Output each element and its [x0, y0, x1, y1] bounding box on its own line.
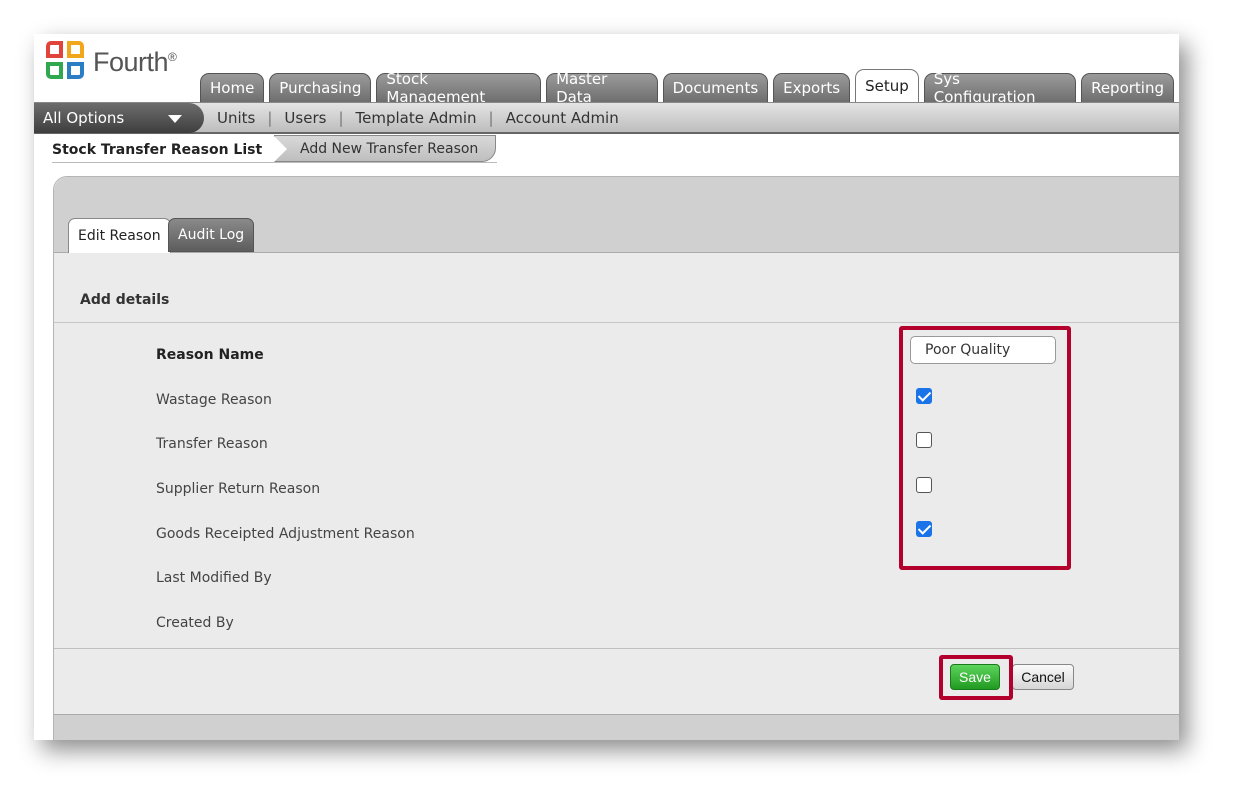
sublink-users[interactable]: Users [284, 109, 326, 127]
all-options-label: All Options [43, 109, 125, 127]
tab-sys-configuration[interactable]: Sys Configuration [923, 70, 1077, 106]
cancel-button[interactable]: Cancel [1012, 664, 1074, 690]
sublink-account-admin[interactable]: Account Admin [506, 109, 619, 127]
tab-edit-reason[interactable]: Edit Reason [68, 218, 171, 253]
tab-documents[interactable]: Documents [662, 73, 769, 102]
tab-audit-log[interactable]: Audit Log [168, 218, 255, 252]
tab-exports[interactable]: Exports [773, 73, 851, 102]
tab-reporting[interactable]: Reporting [1081, 73, 1174, 102]
tab-master-data[interactable]: Master Data [546, 70, 658, 106]
section-title: Add details [80, 292, 170, 308]
breadcrumb-add-new-transfer-reason: Add New Transfer Reason [273, 135, 496, 163]
chevron-down-icon [168, 115, 182, 123]
panel-footer-bar [54, 714, 1179, 740]
section-divider [54, 322, 1179, 323]
sub-links: Units | Users | Template Admin | Account… [217, 103, 619, 133]
app-window: Fourth® Home Purchasing Stock Management… [34, 34, 1179, 740]
divider: | [488, 109, 494, 127]
tab-home[interactable]: Home [200, 73, 265, 102]
fourth-logo-icon [46, 41, 88, 83]
tab-purchasing[interactable]: Purchasing [269, 73, 372, 102]
tab-stock-management[interactable]: Stock Management [376, 70, 542, 106]
tab-setup[interactable]: Setup [855, 69, 919, 102]
edit-panel: Edit Reason Audit Log Add details Reason… [53, 176, 1179, 740]
sublink-template-admin[interactable]: Template Admin [356, 109, 477, 127]
sub-navigation: All Options Units | Users | Template Adm… [34, 102, 1179, 134]
save-highlight-box [939, 655, 1013, 700]
transfer-reason-label: Transfer Reason [156, 436, 268, 452]
breadcrumb-arrow-icon [273, 135, 287, 163]
sublink-units[interactable]: Units [217, 109, 255, 127]
goods-receipted-adjustment-label: Goods Receipted Adjustment Reason [156, 526, 415, 542]
reason-name-label: Reason Name [156, 347, 264, 363]
panel-header: Edit Reason Audit Log [54, 177, 1179, 253]
last-modified-by-label: Last Modified By [156, 570, 272, 586]
divider: | [338, 109, 344, 127]
breadcrumb: Stock Transfer Reason List Add New Trans… [34, 135, 504, 165]
breadcrumb-current-label: Add New Transfer Reason [300, 141, 479, 157]
brand-name: Fourth® [93, 46, 177, 77]
created-by-label: Created By [156, 615, 234, 631]
divider: | [267, 109, 273, 127]
all-options-dropdown[interactable]: All Options [34, 103, 204, 133]
main-nav-tabs: Home Purchasing Stock Management Master … [200, 69, 1179, 106]
breadcrumb-underline [52, 162, 497, 163]
wastage-reason-label: Wastage Reason [156, 392, 272, 408]
fields-highlight-box [899, 326, 1071, 570]
fourth-logo[interactable]: Fourth® [46, 40, 177, 84]
breadcrumb-stock-transfer-reason-list[interactable]: Stock Transfer Reason List [52, 142, 262, 158]
supplier-return-reason-label: Supplier Return Reason [156, 481, 321, 497]
